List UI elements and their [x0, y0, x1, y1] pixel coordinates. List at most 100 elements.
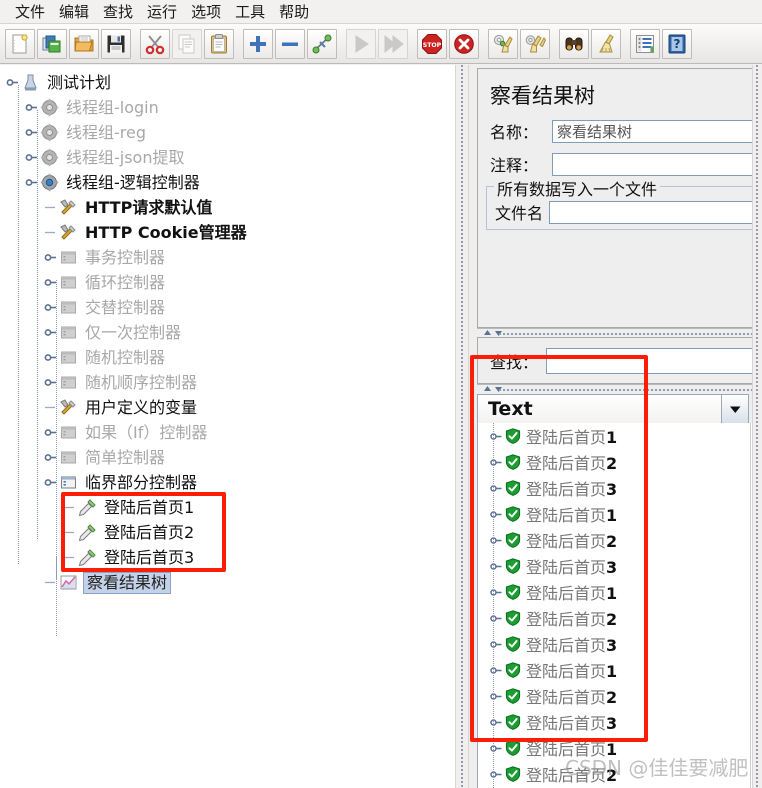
tree-node-loop-controller[interactable]: 循环控制器: [6, 270, 455, 295]
tree-node-sampler-1[interactable]: 登陆后首页1: [6, 495, 455, 520]
expand-all-button[interactable]: [243, 28, 273, 59]
function-helper-button[interactable]: [630, 28, 660, 59]
menu-options[interactable]: 选项: [184, 2, 228, 22]
result-list-item[interactable]: 登陆后首页3: [478, 709, 750, 735]
thread-group-icon: [40, 123, 64, 142]
menu-run[interactable]: 运行: [140, 2, 184, 22]
result-list-item[interactable]: 登陆后首页3: [478, 553, 750, 579]
tree-collapse-handle-icon[interactable]: [44, 251, 59, 264]
tree-connector-line: [56, 280, 57, 580]
results-tree-list[interactable]: 登陆后首页1 登陆后首页2 登陆后首页3 登陆后首页1 登陆后首页2 登陆后首页3 登陆后首…: [477, 423, 750, 788]
stop-button[interactable]: STOP: [417, 28, 447, 59]
new-button[interactable]: [5, 28, 35, 59]
result-item-label: 登陆后首页2: [526, 688, 618, 707]
toggle-button[interactable]: [307, 28, 337, 59]
tree-node-thread-group-json[interactable]: 线程组-json提取: [6, 145, 455, 170]
sampler-pipette-icon: [78, 523, 102, 542]
results-list-body[interactable]: 登陆后首页1 登陆后首页2 登陆后首页3 登陆后首页1 登陆后首页2 登陆后首页3 登陆后首…: [478, 423, 750, 788]
result-list-item[interactable]: 登陆后首页1: [478, 423, 750, 449]
result-list-item[interactable]: 登陆后首页1: [478, 657, 750, 683]
chevron-down-icon[interactable]: [721, 395, 748, 423]
tree-leaf-connector-icon: [63, 551, 78, 564]
tree-node-http-cookie-manager[interactable]: HTTP Cookie管理器: [6, 220, 455, 245]
sampler-pipette-icon: [78, 548, 102, 567]
tree-node-interleave-controller[interactable]: 交替控制器: [6, 295, 455, 320]
right-edge-splitter[interactable]: [752, 65, 762, 788]
tree-node-random-order-controller[interactable]: 随机顺序控制器: [6, 370, 455, 395]
name-label: 名称：: [490, 123, 539, 142]
tree-node-test-plan[interactable]: 测试计划: [6, 70, 455, 95]
tree-node-random-controller[interactable]: 随机控制器: [6, 345, 455, 370]
tree-node-view-results-tree[interactable]: 察看结果树: [6, 570, 455, 595]
test-plan-tree-panel[interactable]: 测试计划 线程组-login 线程组-reg 线程组-json提取 线程组-逻辑控制器 H…: [0, 65, 456, 788]
success-shield-icon: [505, 532, 526, 548]
result-list-item[interactable]: 登陆后首页2: [478, 605, 750, 631]
tree-node-label: 测试计划: [47, 72, 112, 92]
result-list-item[interactable]: 登陆后首页2: [478, 527, 750, 553]
svg-text:?: ?: [674, 37, 681, 51]
tree-node-user-defined-variables[interactable]: 用户定义的变量: [6, 395, 455, 420]
broom-reset-icon: [595, 33, 617, 55]
tree-node-sampler-2[interactable]: 登陆后首页2: [6, 520, 455, 545]
clear-button[interactable]: [488, 28, 518, 59]
test-plan-icon: [21, 73, 45, 92]
result-item-label: 登陆后首页3: [526, 480, 618, 499]
tree-node-label: 线程组-login: [66, 97, 159, 117]
collapse-all-button[interactable]: [275, 28, 305, 59]
templates-icon: [41, 33, 63, 55]
result-list-item[interactable]: 登陆后首页2: [478, 449, 750, 475]
open-button[interactable]: [69, 28, 99, 59]
thread-group-icon: [40, 148, 64, 167]
test-plan-tree[interactable]: 测试计划 线程组-login 线程组-reg 线程组-json提取 线程组-逻辑控制器 H…: [0, 65, 455, 637]
result-list-item[interactable]: 登陆后首页2: [478, 683, 750, 709]
search-button[interactable]: [559, 28, 589, 59]
minus-collapse-icon: [279, 33, 301, 55]
result-list-item[interactable]: 登陆后首页3: [478, 631, 750, 657]
search-input[interactable]: [546, 347, 762, 374]
tree-node-transaction-controller[interactable]: 事务控制器: [6, 245, 455, 270]
result-list-item[interactable]: 登陆后首页1: [478, 735, 750, 761]
main-splitter[interactable]: [455, 65, 469, 788]
chevron-up-icon[interactable]: [483, 385, 492, 393]
tree-node-label: 登陆后首页2: [104, 522, 195, 542]
chevron-up-icon[interactable]: [483, 329, 492, 337]
comment-input[interactable]: [552, 152, 762, 176]
paste-button[interactable]: [204, 28, 234, 59]
shutdown-button[interactable]: [449, 28, 479, 59]
tree-node-once-only-controller[interactable]: 仅一次控制器: [6, 320, 455, 345]
tree-node-http-defaults[interactable]: HTTP请求默认值: [6, 195, 455, 220]
cut-button[interactable]: [140, 28, 170, 59]
tree-node-thread-group-logic[interactable]: 线程组-逻辑控制器: [6, 170, 455, 195]
name-input[interactable]: 察看结果树: [552, 119, 762, 143]
tree-node-sampler-3[interactable]: 登陆后首页3: [6, 545, 455, 570]
tree-node-label: 随机控制器: [85, 347, 166, 367]
menu-edit[interactable]: 编辑: [52, 2, 96, 22]
tree-node-thread-group-login[interactable]: 线程组-login: [6, 95, 455, 120]
result-item-label: 登陆后首页1: [526, 740, 618, 759]
renderer-combobox[interactable]: Text: [477, 394, 749, 424]
menu-file[interactable]: 文件: [8, 2, 52, 22]
result-list-item[interactable]: 登陆后首页2: [478, 761, 750, 787]
menu-help[interactable]: 帮助: [272, 2, 316, 22]
result-list-item[interactable]: 登陆后首页1: [478, 501, 750, 527]
toggle-pins-icon: [311, 33, 333, 55]
divider-dots-1: [499, 333, 762, 335]
divider-above-results[interactable]: [477, 384, 762, 394]
tree-node-critical-section-controller[interactable]: 临界部分控制器: [6, 470, 455, 495]
tree-node-simple-controller[interactable]: 简单控制器: [6, 445, 455, 470]
tree-node-label: 线程组-json提取: [66, 147, 185, 167]
result-item-index: 2: [606, 766, 618, 785]
result-list-item[interactable]: 登陆后首页3: [478, 475, 750, 501]
save-button[interactable]: [101, 28, 131, 59]
templates-button[interactable]: [37, 28, 67, 59]
tree-node-if-controller[interactable]: 如果（If）控制器: [6, 420, 455, 445]
help-button[interactable]: ?: [662, 28, 692, 59]
menu-search[interactable]: 查找: [96, 2, 140, 22]
filename-input[interactable]: [549, 200, 762, 224]
tree-node-label: 仅一次控制器: [85, 322, 182, 342]
tree-node-thread-group-reg[interactable]: 线程组-reg: [6, 120, 455, 145]
clear-all-button[interactable]: [520, 28, 550, 59]
reset-search-button[interactable]: [591, 28, 621, 59]
menu-tools[interactable]: 工具: [228, 2, 272, 22]
result-list-item[interactable]: 登陆后首页1: [478, 579, 750, 605]
